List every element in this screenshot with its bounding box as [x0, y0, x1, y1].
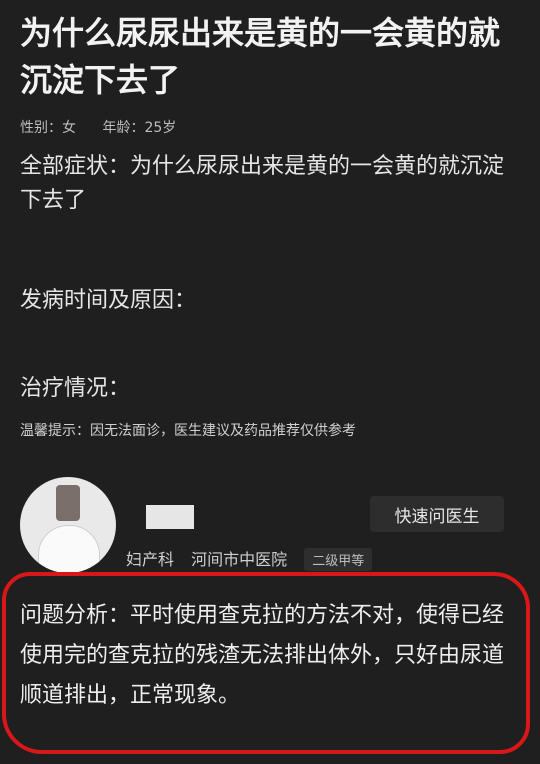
patient-meta: 性别：女 年龄：25岁: [20, 117, 198, 137]
patient-age: 年龄：25岁: [102, 120, 177, 136]
doctor-info: 妇产科 河间市中医院 二级甲等: [126, 546, 384, 571]
doctor-department: 妇产科: [126, 550, 175, 569]
quick-ask-doctor-button[interactable]: 快速问医生: [370, 496, 504, 532]
disclaimer-hint: 温馨提示：因无法面诊，医生建议及药品推荐仅供参考: [20, 423, 356, 439]
doctor-name-redacted: [146, 505, 194, 529]
treatment-text: 治疗情况：: [20, 376, 131, 401]
doctor-avatar[interactable]: [20, 477, 116, 573]
onset-text: 发病时间及原因：: [20, 288, 197, 313]
hospital-grade-badge: 二级甲等: [304, 548, 373, 571]
doctor-hospital: 河间市中医院: [191, 550, 288, 569]
patient-gender: 性别：女: [20, 120, 76, 136]
red-highlight-annotation: [2, 572, 530, 754]
avatar-face-blur: [56, 485, 80, 521]
symptoms-text: 全部症状：为什么尿尿出来是黄的一会黄的就沉淀下去了: [20, 154, 505, 213]
avatar-coat: [38, 525, 100, 573]
question-title: 为什么尿尿出来是黄的一会黄的就沉淀下去了: [20, 14, 501, 99]
